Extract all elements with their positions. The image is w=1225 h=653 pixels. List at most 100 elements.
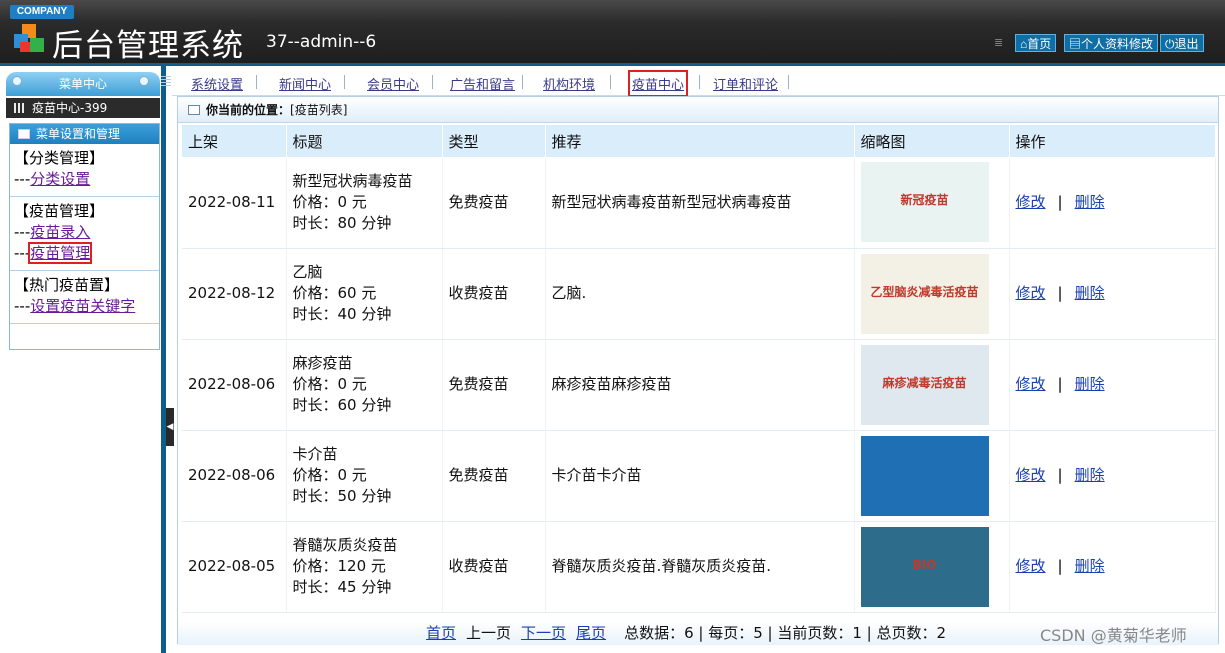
menu-panel: 菜单设置和管理 【分类管理】 ---分类设置 【疫苗管理】 ---疫苗录入 --… — [9, 123, 160, 350]
thumbnail-label: 乙型脑炎减毒活疫苗 — [870, 284, 979, 299]
tab-members[interactable]: 会员中心 — [367, 74, 419, 93]
date-cell: 2022-08-06 — [182, 430, 287, 522]
date-cell: 2022-08-11 — [182, 157, 287, 249]
sidebar-item-vaccine-management[interactable]: 疫苗管理 — [28, 242, 93, 264]
actions-cell: 修改 | 删除 — [1009, 430, 1216, 522]
title-cell: 新型冠状病毒疫苗 价格：0 元时长：80 分钟 — [286, 157, 443, 249]
tab-divider — [610, 75, 611, 89]
table-row: 2022-08-12 乙脑 价格：60 元时长：40 分钟 收费疫苗 乙脑. 乙型脑炎减毒… — [182, 248, 1216, 340]
edit-link[interactable]: 修改 — [1016, 193, 1046, 211]
sidebar-item-vaccine-entry[interactable]: 疫苗录入 — [30, 223, 90, 241]
actions-cell: 修改 | 删除 — [1009, 339, 1216, 431]
vaccine-table: 上架 标题 类型 推荐 缩略图 操作 2022-08-11 新型冠状病毒疫苗 价格：… — [182, 125, 1216, 613]
column-header: 类型 — [442, 125, 546, 157]
nav-grip-icon — [161, 76, 171, 88]
pin-icon — [139, 76, 149, 86]
actions-cell: 修改 | 删除 — [1009, 157, 1216, 249]
watermark: CSDN @黄菊华老师 — [1040, 626, 1187, 645]
thumbnail-cell: 新冠疫苗 — [854, 157, 1010, 249]
home-button[interactable]: ⌂首页 — [1015, 34, 1057, 52]
recommend-cell: 卡介苗卡介苗 — [545, 430, 855, 522]
profile-button[interactable]: ▤个人资料修改 — [1064, 34, 1159, 52]
type-cell: 免费疫苗 — [442, 339, 546, 431]
thumbnail-cell: BIO — [854, 521, 1010, 613]
user-info: 37--admin--6 — [266, 32, 377, 52]
action-separator: | — [1057, 466, 1063, 484]
table-row: 2022-08-05 脊髓灰质炎疫苗 价格：120 元时长：45 分钟 收费疫苗 脊髓灰… — [182, 521, 1216, 613]
book-icon — [18, 129, 30, 139]
actions-cell: 修改 | 删除 — [1009, 521, 1216, 613]
table-row: 2022-08-06 卡介苗 价格：0 元时长：50 分钟 免费疫苗 卡介苗卡介苗 修改 |… — [182, 430, 1216, 522]
top-nav: 系统设置 新闻中心 会员中心 广告和留言 机构环境 疫苗中心 订单和评论 — [161, 68, 1225, 97]
menu-group-title: 【分类管理】 — [14, 149, 105, 167]
tab-orders-reviews[interactable]: 订单和评论 — [713, 74, 778, 93]
edit-link[interactable]: 修改 — [1016, 557, 1046, 575]
delete-link[interactable]: 删除 — [1075, 466, 1105, 484]
delete-link[interactable]: 删除 — [1075, 375, 1105, 393]
thumbnail-cell: 乙型脑炎减毒活疫苗 — [854, 248, 1010, 340]
menu-group-hot-vaccine: 【热门疫苗置】 ---设置疫苗关键字 — [10, 271, 159, 324]
first-page-link[interactable]: 首页 — [426, 624, 456, 642]
thumbnail-label: BIO — [912, 557, 937, 572]
tab-ads-messages[interactable]: 广告和留言 — [450, 74, 515, 93]
actions-cell: 修改 | 删除 — [1009, 248, 1216, 340]
next-page-link[interactable]: 下一页 — [521, 624, 566, 642]
vaccine-price: 价格：0 元 — [292, 466, 367, 484]
vaccine-duration: 时长：80 分钟 — [292, 213, 392, 232]
delete-link[interactable]: 删除 — [1075, 557, 1105, 575]
vaccine-price: 价格：0 元 — [292, 192, 367, 211]
type-cell: 免费疫苗 — [442, 157, 546, 249]
grid-icon — [14, 103, 26, 113]
delete-link[interactable]: 删除 — [1075, 284, 1105, 302]
vaccine-price: 价格：120 元 — [292, 557, 386, 575]
tab-news[interactable]: 新闻中心 — [279, 74, 331, 93]
title-cell: 麻疹疫苗 价格：0 元时长：60 分钟 — [286, 339, 443, 431]
sidebar-item-keywords[interactable]: 设置疫苗关键字 — [30, 297, 135, 315]
vaccine-thumbnail: BIO — [860, 526, 989, 607]
vaccine-title: 卡介苗 — [292, 445, 338, 463]
prev-page-text: 上一页 — [466, 624, 512, 642]
type-cell: 收费疫苗 — [442, 521, 546, 613]
tab-divider — [344, 75, 345, 89]
type-cell: 免费疫苗 — [442, 430, 546, 522]
recommend-cell: 脊髓灰质炎疫苗.脊髓灰质炎疫苗. — [545, 521, 855, 613]
edit-link[interactable]: 修改 — [1016, 375, 1046, 393]
edit-link[interactable]: 修改 — [1016, 284, 1046, 302]
pager-summary: 总数据：6 | 每页：5 | 当前页数：1 | 总页数：2 — [624, 624, 947, 642]
action-separator: | — [1057, 375, 1063, 393]
edit-link[interactable]: 修改 — [1016, 466, 1046, 484]
delete-link[interactable]: 删除 — [1075, 193, 1105, 211]
thumbnail-cell — [854, 430, 1010, 522]
type-cell: 收费疫苗 — [442, 248, 546, 340]
breadcrumb: 你当前的位置：[疫苗列表] — [178, 97, 1218, 123]
vaccine-duration: 时长：40 分钟 — [292, 305, 392, 323]
sidebar-item-category-settings[interactable]: 分类设置 — [30, 170, 90, 188]
tab-system-settings[interactable]: 系统设置 — [191, 74, 243, 93]
tab-vaccine-center[interactable]: 疫苗中心 — [627, 70, 689, 97]
vaccine-price: 价格：60 元 — [292, 284, 377, 302]
current-module: 疫苗中心-399 — [6, 98, 160, 118]
last-page-link[interactable]: 尾页 — [576, 624, 606, 642]
vaccine-thumbnail — [860, 435, 989, 516]
main-content: 你当前的位置：[疫苗列表] 上架 标题 类型 推荐 缩略图 操作 2022-08… — [177, 96, 1219, 645]
date-cell: 2022-08-06 — [182, 339, 287, 431]
title-cell: 脊髓灰质炎疫苗 价格：120 元时长：45 分钟 — [286, 521, 443, 613]
menu-group-category: 【分类管理】 ---分类设置 — [10, 144, 159, 197]
tab-environment[interactable]: 机构环境 — [543, 74, 595, 93]
menu-panel-header: 菜单设置和管理 — [10, 124, 159, 144]
vaccine-duration: 时长：60 分钟 — [292, 396, 392, 414]
column-header: 操作 — [1009, 125, 1216, 157]
vaccine-title: 麻疹疫苗 — [292, 354, 353, 372]
action-separator: | — [1057, 557, 1063, 575]
collapse-sidebar-handle[interactable]: ◀ — [166, 408, 174, 446]
title-cell: 卡介苗 价格：0 元时长：50 分钟 — [286, 430, 443, 522]
vaccine-duration: 时长：45 分钟 — [292, 578, 392, 596]
app-title: 后台管理系统 — [52, 28, 244, 64]
window-icon — [188, 105, 200, 115]
vaccine-thumbnail: 新冠疫苗 — [860, 162, 989, 243]
tab-divider — [432, 75, 433, 89]
chevron-left-icon: ◀ — [166, 422, 174, 432]
sidebar: 菜单中心 疫苗中心-399 菜单设置和管理 【分类管理】 ---分类设置 【疫苗… — [0, 66, 166, 653]
column-header: 上架 — [182, 125, 287, 157]
logout-button[interactable]: ⏻退出 — [1160, 34, 1204, 52]
